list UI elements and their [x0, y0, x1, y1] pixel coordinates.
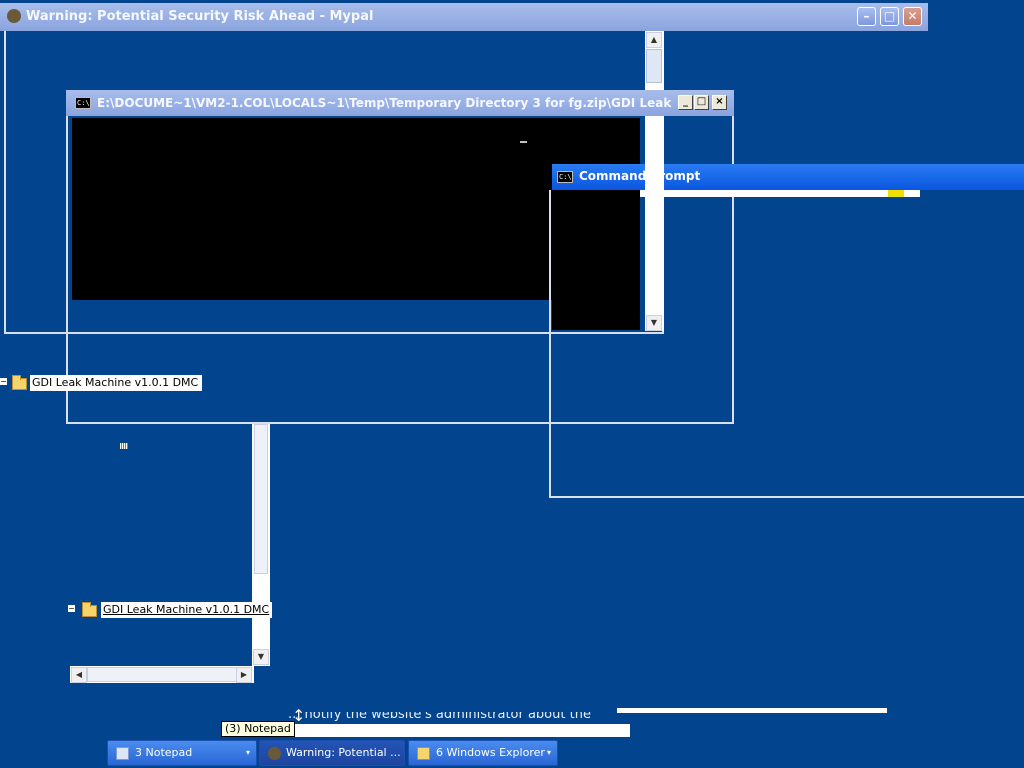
tree-vertical-scrollbar[interactable]: ▼ [252, 424, 270, 666]
white-strip [640, 190, 920, 197]
close-button[interactable]: ✕ [903, 7, 922, 26]
tree-expander-icon[interactable]: − [0, 378, 7, 386]
yellow-marker [888, 190, 904, 197]
scroll-up-button[interactable]: ▲ [646, 32, 662, 48]
console-1-title: E:\DOCUME~1\VM2-1.COL\LOCALS~1\Temp\Temp… [97, 96, 672, 110]
scroll-down-button[interactable]: ▼ [253, 649, 269, 665]
maximize-button[interactable]: □ [880, 7, 899, 26]
folder-icon [12, 375, 27, 390]
scroll-right-button[interactable]: ▶ [236, 667, 252, 683]
taskbar-button-label: Warning: Potential ... [286, 746, 401, 759]
pixel-artifact [120, 443, 128, 449]
mypal-title: Warning: Potential Security Risk Ahead -… [26, 9, 374, 24]
taskbar-button-notepad[interactable]: 3 Notepad ▾ [107, 740, 257, 766]
command-prompt-output[interactable] [552, 190, 640, 330]
tooltip-text: (3) Notepad [225, 722, 291, 735]
text-cursor [520, 141, 527, 143]
chevron-down-icon: ▾ [546, 748, 551, 757]
mypal-icon [7, 9, 21, 23]
tooltip: (3) Notepad [221, 721, 295, 737]
white-bar [617, 708, 887, 713]
cmd-icon: C:\ [557, 171, 573, 183]
command-prompt-titlebar[interactable]: C:\ Command Prompt [552, 164, 1024, 190]
close-button[interactable]: × [712, 95, 727, 110]
white-bar [288, 724, 630, 737]
folder-icon [417, 747, 430, 760]
notepad-icon [116, 747, 129, 760]
scrollbar-overlay [645, 160, 664, 300]
console-1-titlebar[interactable]: C:\ E:\DOCUME~1\VM2-1.COL\LOCALS~1\Temp\… [66, 90, 734, 116]
scroll-thumb[interactable] [87, 667, 237, 682]
scroll-left-button[interactable]: ◀ [71, 667, 87, 683]
command-prompt-title: Command Prompt [579, 169, 701, 183]
taskbar-button-label: 6 Windows Explorer [436, 746, 545, 759]
chevron-down-icon: ▾ [245, 748, 250, 757]
command-prompt-window: C:\ Command Prompt [549, 160, 1024, 498]
taskbar-button-label: 3 Notepad [135, 746, 193, 759]
taskbar-button-explorer[interactable]: 6 Windows Explorer ▾ [408, 740, 558, 766]
minimize-button[interactable]: _ [678, 95, 693, 110]
stray-text: ... notify the website's administrator a… [288, 712, 591, 722]
tree-item-label: GDI Leak Machine v1.0.1 DMC [30, 375, 203, 391]
scroll-thumb[interactable] [254, 424, 268, 574]
scroll-thumb[interactable] [646, 49, 662, 83]
mypal-titlebar[interactable]: Warning: Potential Security Risk Ahead -… [0, 3, 928, 31]
mypal-icon [268, 747, 281, 760]
tree-item[interactable]: − GDI Leak Machine v1.0.1 DMC [0, 374, 203, 391]
cmd-icon: C:\ [75, 97, 91, 109]
folder-icon [82, 602, 97, 617]
minimize-button[interactable]: – [857, 7, 876, 26]
tree-expander-icon[interactable]: − [68, 605, 75, 613]
tree-item[interactable]: − GDI Leak Machine v1.0.1 DMC [68, 601, 273, 618]
tree-item-label: GDI Leak Machine v1.0.1 DMC [101, 602, 273, 618]
tree-horizontal-scrollbar[interactable]: ◀ ▶ [70, 666, 254, 683]
stray-text-fragment: ... notify the website's administrator a… [288, 712, 630, 724]
taskbar-button-mypal[interactable]: Warning: Potential ... [259, 740, 405, 766]
maximize-button[interactable]: □ [694, 95, 709, 110]
